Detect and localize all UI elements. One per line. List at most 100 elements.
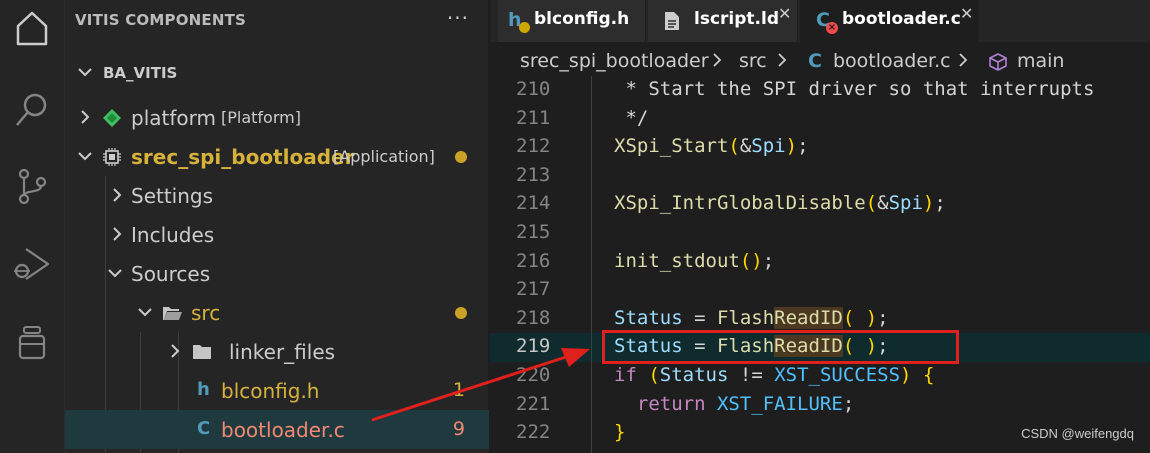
line-number: 219 [516, 335, 551, 358]
sidebar-title: VITIS COMPONENTS [75, 11, 247, 29]
code-line: 215 [490, 219, 1150, 248]
chevron-down-icon [78, 68, 92, 77]
code-text: XSpi_IntrGlobalDisable(&Spi); [614, 192, 946, 215]
tree-item-tag: [Platform] [221, 108, 301, 127]
code-text: Status = FlashReadID( ); [614, 306, 889, 329]
code-text: } [614, 421, 626, 444]
tree-item-label: src [191, 301, 221, 325]
line-number: 220 [516, 364, 551, 386]
code-line: 211 */ [490, 105, 1150, 134]
run-debug-icon[interactable] [12, 244, 52, 284]
code-line: 212 XSpi_Start(&Spi); [490, 133, 1150, 162]
tree-item-label: Settings [131, 184, 214, 208]
chevron-right-icon [959, 53, 968, 67]
tree-item-label: blconfig.h [221, 379, 320, 403]
tree-item-blconfig-h[interactable]: h blconfig.h 1 [65, 371, 489, 410]
code-line: 220 if (Status != XST_SUCCESS) { [490, 362, 1150, 391]
chevron-right-icon [713, 53, 722, 67]
code-line: 214 XSpi_IntrGlobalDisable(&Spi); [490, 190, 1150, 219]
code-editor[interactable]: 210 * Start the SPI driver so that inter… [490, 76, 1150, 453]
activity-bar [0, 0, 64, 453]
c-file-icon: C [808, 50, 822, 72]
folder-icon [193, 345, 211, 359]
tree-item-label: Includes [131, 223, 215, 247]
method-cube-icon [989, 53, 1007, 71]
explorer-sidebar: VITIS COMPONENTS ··· BA_VITIS platform [… [64, 0, 489, 453]
search-icon[interactable] [12, 90, 52, 130]
header-file-icon: h [197, 379, 210, 400]
tab-bootloader-c[interactable]: C × bootloader.c ✕ [800, 0, 978, 42]
indent-guide [591, 76, 592, 453]
chevron-right-icon [113, 188, 122, 202]
breadcrumb-item[interactable]: bootloader.c [833, 50, 951, 72]
editor-area: h blconfig.h lscript.ld ✕ C × bootloader… [490, 0, 1150, 453]
section-label: BA_VITIS [103, 64, 178, 82]
chevron-down-icon [78, 152, 92, 161]
line-number: 221 [516, 392, 551, 415]
breadcrumb-item[interactable]: main [1017, 50, 1064, 72]
tree-item-label: platform [131, 106, 216, 130]
platform-icon [103, 109, 121, 127]
line-number: 214 [516, 192, 551, 215]
chevron-right-icon [113, 227, 122, 241]
modified-dot [455, 151, 467, 163]
explorer-icon[interactable] [12, 8, 52, 48]
chevron-down-icon [108, 269, 122, 278]
tab-blconfig-h[interactable]: h blconfig.h [498, 0, 646, 42]
line-number: 222 [516, 421, 551, 444]
code-line: 210 * Start the SPI driver so that inter… [490, 76, 1150, 105]
tree-item-includes[interactable]: Includes [65, 215, 489, 254]
tree-item-platform[interactable]: platform [Platform] [65, 98, 489, 137]
folder-open-icon [163, 307, 182, 320]
modified-dot [455, 307, 467, 319]
more-actions-icon[interactable]: ··· [447, 6, 469, 30]
tree-item-bootloader-c[interactable]: C bootloader.c 9 [65, 410, 489, 449]
problem-count: 1 [452, 379, 465, 401]
tab-label: bootloader.c [842, 9, 961, 29]
c-file-icon: C [197, 418, 211, 439]
tree-item-label: linker_files [229, 340, 336, 364]
breadcrumb-item[interactable]: srec_spi_bootloader [520, 50, 709, 72]
document-icon [665, 12, 679, 30]
tree-item-label: bootloader.c [221, 418, 345, 442]
breadcrumb: srec_spi_bootloader src C bootloader.c m… [490, 42, 1150, 80]
line-number: 216 [516, 249, 551, 272]
code-line: 217 [490, 276, 1150, 305]
code-line: 221 return XST_FAILURE; [490, 391, 1150, 420]
application-chip-icon [103, 148, 121, 166]
tree-item-src[interactable]: src [65, 293, 489, 332]
extensions-icon[interactable] [12, 322, 52, 362]
tab-lscript-ld[interactable]: lscript.ld ✕ [648, 0, 798, 42]
chevron-down-icon [138, 308, 152, 317]
tab-label: blconfig.h [534, 9, 630, 29]
problem-count: 9 [452, 418, 465, 440]
chevron-right-icon [778, 53, 787, 67]
tab-label: lscript.ld [694, 9, 779, 29]
error-badge-icon: × [826, 22, 838, 34]
code-text: */ [614, 106, 649, 129]
code-text: XSpi_Start(&Spi); [614, 135, 809, 158]
line-number: 213 [516, 163, 551, 186]
line-number: 218 [516, 306, 551, 329]
code-text: init_stdout(); [614, 249, 775, 272]
annotation-highlight-box [602, 330, 959, 364]
code-line: 216 init_stdout(); [490, 248, 1150, 277]
tree-item-settings[interactable]: Settings [65, 176, 489, 215]
line-number: 211 [516, 106, 551, 129]
close-tab-icon[interactable]: ✕ [778, 4, 791, 23]
watermark: CSDN @weifengdq [1021, 426, 1134, 441]
close-tab-icon[interactable]: ✕ [960, 4, 973, 23]
tree-item-label: Sources [131, 262, 211, 286]
code-text: if (Status != XST_SUCCESS) { [614, 364, 935, 386]
chevron-right-icon [81, 110, 90, 124]
section-header[interactable]: BA_VITIS [65, 56, 489, 90]
tree-item-sources[interactable]: Sources [65, 254, 489, 293]
code-text: * Start the SPI driver so that interrupt… [614, 78, 1095, 100]
tree-item-srec-spi-bootloader[interactable]: srec_spi_bootloader [Application] [65, 137, 489, 176]
tree-item-tag: [Application] [333, 147, 435, 166]
tab-bar: h blconfig.h lscript.ld ✕ C × bootloader… [490, 0, 1150, 42]
tree-item-linker-files[interactable]: linker_files [65, 332, 489, 371]
breadcrumb-item[interactable]: src [739, 50, 767, 72]
sidebar-header: VITIS COMPONENTS ··· [65, 0, 489, 40]
source-control-icon[interactable] [12, 166, 52, 206]
